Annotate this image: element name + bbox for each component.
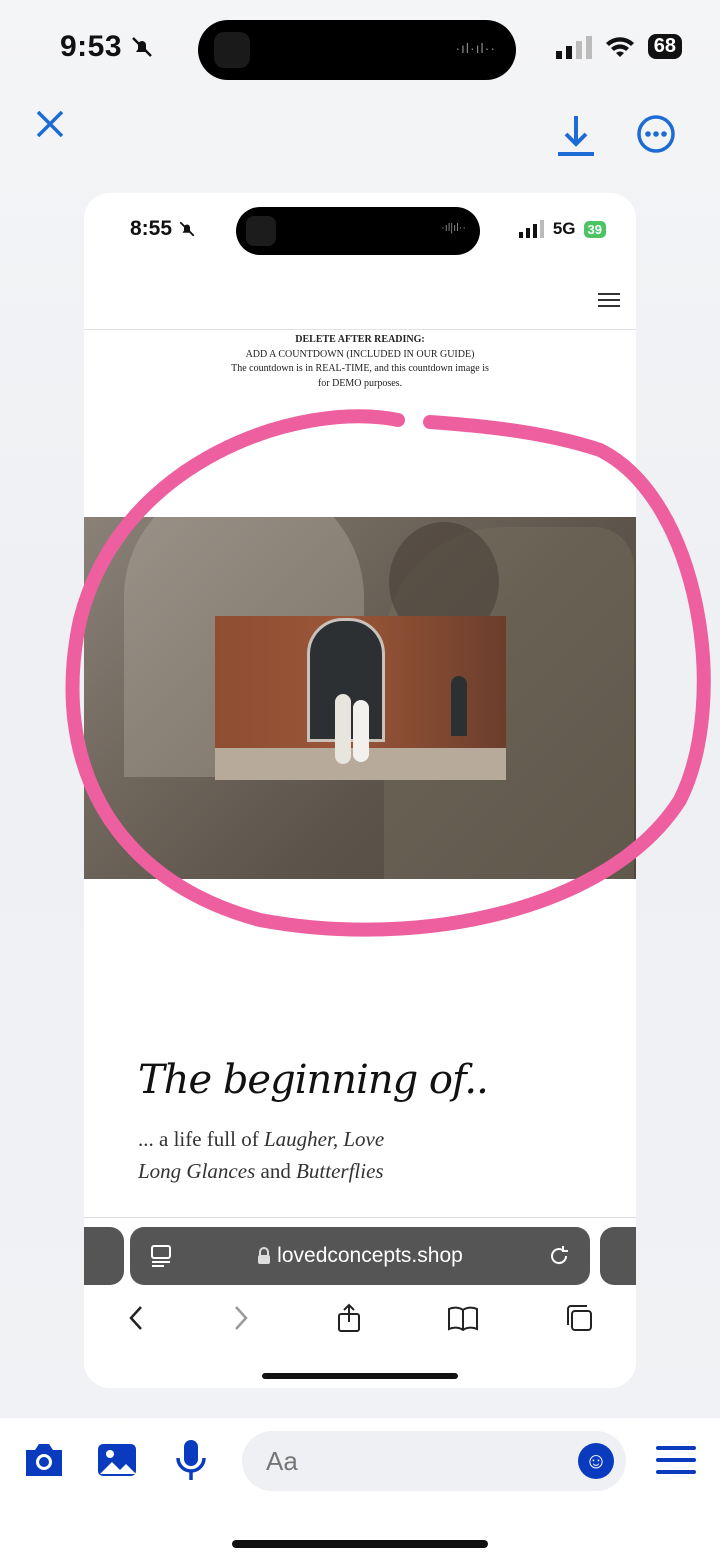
menu-lines-icon — [656, 1446, 696, 1474]
message-placeholder: Aa — [266, 1446, 298, 1476]
camera-icon — [26, 1444, 62, 1476]
annotation-circle — [65, 409, 711, 937]
microphone-button[interactable] — [174, 1438, 208, 1487]
annotation-stroke — [65, 409, 711, 937]
home-indicator — [232, 1540, 488, 1548]
photos-icon — [98, 1444, 136, 1476]
menu-button[interactable] — [656, 1444, 696, 1481]
camera-button[interactable] — [22, 1440, 66, 1485]
message-input[interactable]: Aa ☺ — [242, 1431, 626, 1491]
photos-button[interactable] — [96, 1440, 138, 1485]
microphone-icon — [176, 1440, 206, 1480]
emoji-icon[interactable]: ☺ — [578, 1443, 614, 1479]
